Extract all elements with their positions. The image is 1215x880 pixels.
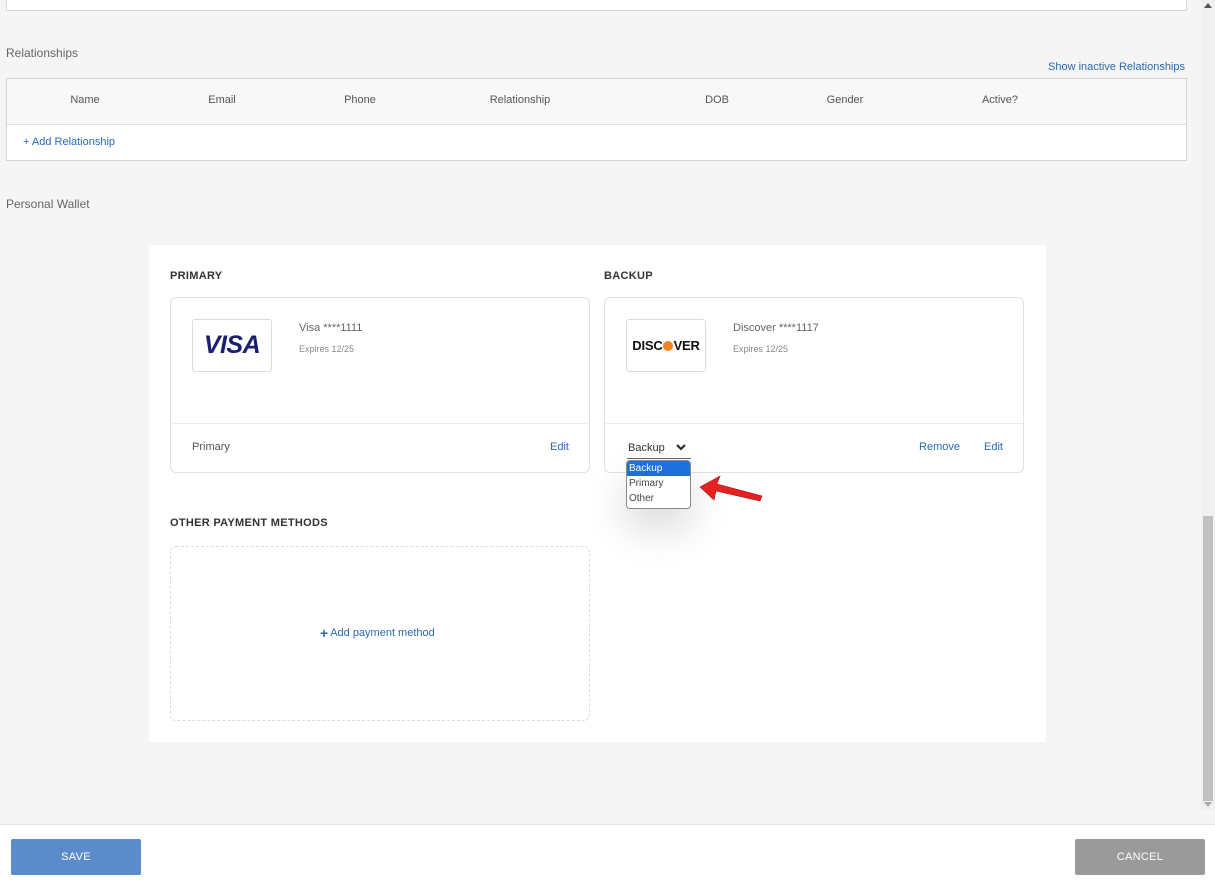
scroll-down-arrow-icon[interactable] — [1204, 802, 1212, 807]
backup-remove-link[interactable]: Remove — [919, 441, 960, 453]
action-bar: SAVE CANCEL — [0, 824, 1215, 880]
cancel-button[interactable]: CANCEL — [1075, 839, 1205, 875]
card-number: Discover ****1117 — [733, 322, 819, 334]
selected-role: Backup — [628, 442, 665, 454]
add-relationship-link[interactable]: + Add Relationship — [23, 136, 115, 148]
backup-card: DISC VER Discover ****1117 Expires 12/25 … — [604, 297, 1024, 473]
primary-heading: PRIMARY — [170, 270, 223, 282]
role-dropdown-list[interactable]: Backup Primary Other — [626, 460, 691, 509]
column-header-gender[interactable]: Gender — [827, 94, 864, 106]
relationships-table-header: Name Email Phone Relationship DOB Gender… — [7, 79, 1186, 125]
role-option-backup[interactable]: Backup — [627, 461, 690, 476]
backup-edit-link[interactable]: Edit — [984, 441, 1003, 453]
card-footer: Primary Edit — [171, 423, 589, 473]
annotation-arrow-icon — [699, 475, 763, 502]
discover-orange-dot-icon — [663, 340, 674, 351]
save-button[interactable]: SAVE — [11, 839, 141, 875]
column-header-phone[interactable]: Phone — [344, 94, 376, 106]
discover-logo: DISC VER — [626, 319, 706, 372]
role-option-primary[interactable]: Primary — [627, 476, 690, 491]
wallet-panel: PRIMARY BACKUP VISA Visa ****1111 Expire… — [149, 245, 1046, 742]
top-panel-edge — [6, 0, 1187, 11]
column-header-email[interactable]: Email — [208, 94, 236, 106]
column-header-relationship[interactable]: Relationship — [490, 94, 551, 106]
backup-role-select[interactable]: Backup — [627, 439, 691, 459]
visa-logo: VISA — [192, 319, 272, 372]
scroll-up-arrow-icon[interactable] — [1204, 3, 1212, 8]
column-header-dob[interactable]: DOB — [705, 94, 729, 106]
vertical-scrollbar[interactable] — [1201, 0, 1215, 810]
column-header-name[interactable]: Name — [70, 94, 99, 106]
relationships-table: Name Email Phone Relationship DOB Gender… — [6, 78, 1187, 161]
role-option-other[interactable]: Other — [627, 491, 690, 506]
personal-wallet-title: Personal Wallet — [6, 197, 90, 211]
backup-heading: BACKUP — [604, 270, 653, 282]
show-inactive-relationships-link[interactable]: Show inactive Relationships — [1048, 61, 1185, 73]
card-number: Visa ****1111 — [299, 322, 363, 334]
plus-icon: + — [320, 624, 329, 641]
scrollbar-thumb[interactable] — [1203, 516, 1213, 801]
primary-card: VISA Visa ****1111 Expires 12/25 Primary… — [170, 297, 590, 473]
card-expiry: Expires 12/25 — [733, 344, 789, 354]
card-role-label: Primary — [192, 441, 230, 453]
other-payment-methods-heading: OTHER PAYMENT METHODS — [170, 517, 328, 529]
primary-edit-link[interactable]: Edit — [550, 441, 569, 453]
chevron-down-icon — [676, 444, 686, 451]
card-expiry: Expires 12/25 — [299, 344, 355, 354]
add-payment-area[interactable]: + Add payment method — [170, 546, 590, 721]
column-header-active[interactable]: Active? — [982, 94, 1018, 106]
add-payment-method-link[interactable]: + Add payment method — [320, 624, 435, 641]
relationships-title: Relationships — [6, 46, 79, 60]
